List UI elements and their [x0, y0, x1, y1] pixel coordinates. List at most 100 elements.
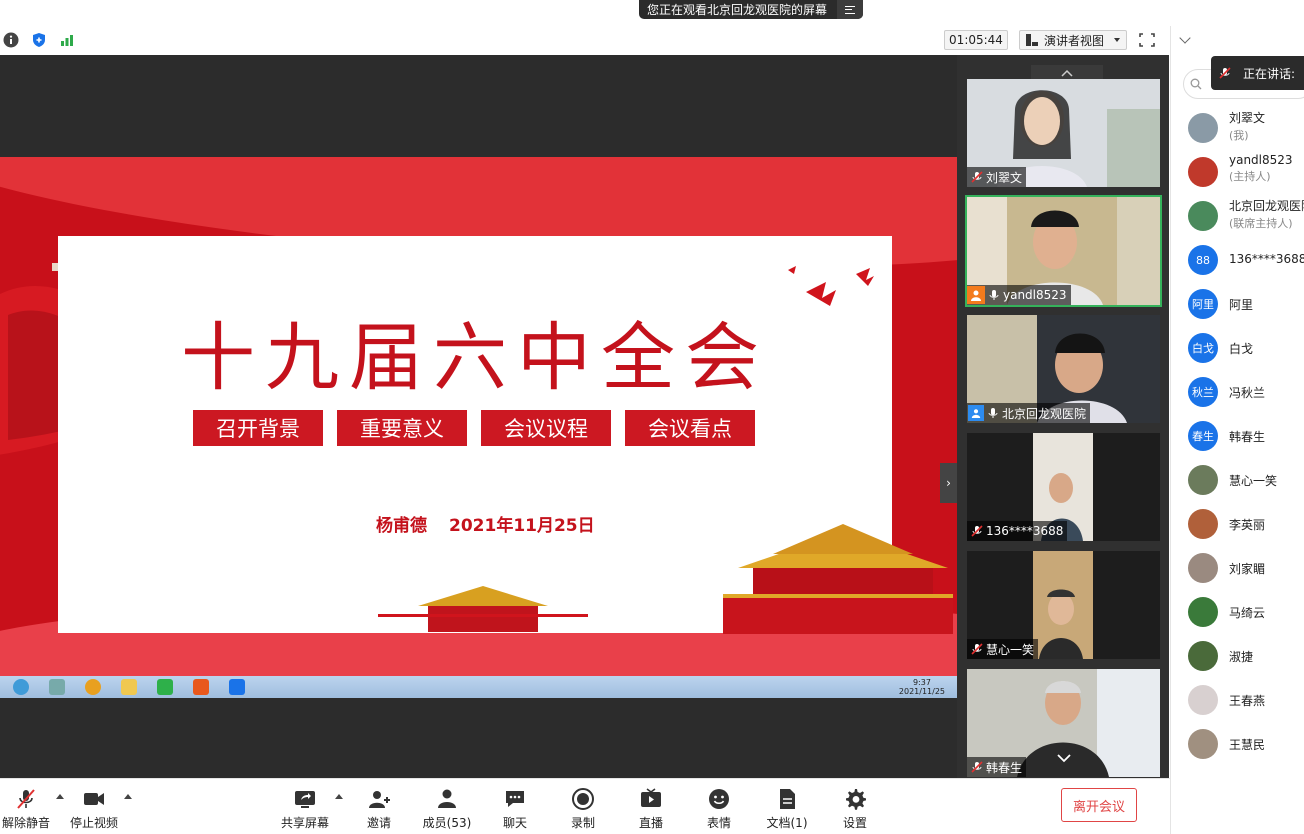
- participant-item[interactable]: 刘家睸: [1171, 546, 1304, 590]
- participant-name-block: 王春燕: [1229, 692, 1265, 709]
- participant-name: 北京回龙观医院: [1229, 199, 1304, 213]
- participant-name-block: 慧心一笑: [1229, 472, 1277, 489]
- participant-name: yandl8523: [1229, 153, 1293, 167]
- record-button[interactable]: 录制: [553, 787, 613, 831]
- taskbar-wechat-icon[interactable]: [150, 677, 180, 697]
- participant-role: (主持人): [1229, 170, 1271, 183]
- security-shield-icon[interactable]: [31, 32, 47, 48]
- members-button[interactable]: 成员(53): [417, 787, 477, 831]
- participant-list: 刘翠文 (我) yandl8523 (主持人) 北京回龙观医院 (联席主持人) 88 136*…: [1171, 106, 1304, 766]
- video-tile-name: 北京回龙观医院: [1002, 406, 1087, 421]
- live-button[interactable]: 直播: [621, 787, 681, 831]
- avatar: [1188, 553, 1218, 583]
- speaker-view-icon: [1026, 34, 1038, 46]
- unmute-label: 解除静音: [1, 816, 50, 830]
- slide-topic-significance: 重要意义: [337, 410, 467, 446]
- participant-name-block: 阿里: [1229, 296, 1253, 313]
- taskbar-folder-icon[interactable]: [114, 677, 144, 697]
- chat-button[interactable]: 聊天: [485, 787, 545, 831]
- participant-item[interactable]: 李英丽: [1171, 502, 1304, 546]
- speaking-label: 正在讲话:: [1243, 66, 1296, 81]
- avatar: 秋兰: [1188, 377, 1218, 407]
- gate-building-image: [378, 586, 588, 632]
- leave-meeting-button[interactable]: 离开会议: [1061, 788, 1137, 822]
- view-mode-dropdown[interactable]: 演讲者视图: [1019, 30, 1127, 50]
- video-tile-label: yandl8523: [967, 285, 1071, 305]
- participant-item[interactable]: 88 136****3688: [1171, 238, 1304, 282]
- gear-icon: [846, 789, 866, 810]
- collapse-video-strip-button[interactable]: ›: [940, 463, 957, 503]
- unmute-button[interactable]: 解除静音: [0, 787, 56, 831]
- taskbar-browser-icon[interactable]: [78, 677, 108, 697]
- participant-name: 阿里: [1229, 298, 1254, 312]
- reaction-button[interactable]: 表情: [689, 787, 749, 831]
- share-screen-button[interactable]: 共享屏幕: [275, 787, 335, 831]
- participant-item[interactable]: 淑捷: [1171, 634, 1304, 678]
- video-tile-6[interactable]: 韩春生: [967, 669, 1160, 777]
- participant-item[interactable]: yandl8523 (主持人): [1171, 150, 1304, 194]
- participant-item[interactable]: 北京回龙观医院 (联席主持人): [1171, 194, 1304, 238]
- video-tile-1[interactable]: 刘翠文: [967, 79, 1160, 187]
- participant-name: 王慧民: [1229, 738, 1266, 752]
- participant-item[interactable]: 王春燕: [1171, 678, 1304, 722]
- avatar: [1188, 201, 1218, 231]
- taskbar-powerpoint-icon[interactable]: [186, 677, 216, 697]
- live-label: 直播: [638, 816, 663, 830]
- avatar: 阿里: [1188, 289, 1218, 319]
- menu-icon: [845, 5, 855, 14]
- video-camera-icon: [84, 793, 104, 805]
- video-tile-label: 136****3688: [967, 521, 1068, 541]
- smiley-icon: [709, 789, 729, 809]
- mic-muted-icon: [971, 761, 983, 773]
- participant-item[interactable]: 马绮云: [1171, 590, 1304, 634]
- settings-button[interactable]: 设置: [825, 787, 885, 831]
- video-tile-name: 136****3688: [986, 524, 1064, 538]
- banner-menu-button[interactable]: [837, 0, 863, 19]
- members-icon: [438, 789, 456, 808]
- video-tile-4[interactable]: 136****3688: [967, 433, 1160, 541]
- participant-item[interactable]: 慧心一笑: [1171, 458, 1304, 502]
- participant-role: (联席主持人): [1229, 217, 1293, 230]
- participant-item[interactable]: 白戈 白戈: [1171, 326, 1304, 370]
- mic-muted-icon: [1219, 67, 1231, 79]
- participant-item[interactable]: 秋兰 冯秋兰: [1171, 370, 1304, 414]
- participant-item[interactable]: 阿里 阿里: [1171, 282, 1304, 326]
- invite-button[interactable]: 邀请: [349, 787, 409, 831]
- chevron-down-icon[interactable]: [1057, 753, 1071, 763]
- avatar: [1188, 113, 1218, 143]
- participant-name: 白戈: [1229, 342, 1254, 356]
- slide-date: 2021年11月25日: [449, 516, 595, 536]
- audio-options-caret[interactable]: [56, 794, 64, 799]
- taskbar-date: 2021/11/25: [898, 687, 945, 696]
- taskbar-start-icon[interactable]: [6, 677, 36, 697]
- avatar: [1188, 685, 1218, 715]
- participant-item[interactable]: 刘翠文 (我): [1171, 106, 1304, 150]
- avatar: [1188, 157, 1218, 187]
- participant-name: 马绮云: [1229, 606, 1266, 620]
- participant-name-block: 刘翠文 (我): [1229, 109, 1265, 143]
- participant-item[interactable]: 春生 韩春生: [1171, 414, 1304, 458]
- video-options-caret[interactable]: [124, 794, 132, 799]
- chevron-down-icon[interactable]: [1179, 32, 1191, 44]
- info-icon[interactable]: [3, 32, 19, 48]
- speaking-indicator: 正在讲话:: [1211, 56, 1304, 90]
- participant-name-block: 王慧民: [1229, 736, 1265, 753]
- stop-video-button[interactable]: 停止视频: [64, 787, 124, 831]
- view-mode-label: 演讲者视图: [1044, 33, 1105, 48]
- tiananmen-image: [723, 524, 953, 634]
- fullscreen-icon[interactable]: [1137, 31, 1157, 49]
- taskbar-meeting-icon[interactable]: [222, 677, 252, 697]
- video-tile-2[interactable]: yandl8523: [965, 195, 1162, 307]
- video-tile-5[interactable]: 慧心一笑: [967, 551, 1160, 659]
- signal-strength-icon[interactable]: [59, 32, 75, 48]
- share-banner: 您正在观看北京回龙观医院的屏幕: [639, 0, 863, 19]
- video-tile-3[interactable]: 北京回龙观医院: [967, 315, 1160, 423]
- record-icon: [572, 788, 594, 810]
- live-stream-icon: [641, 788, 661, 807]
- avatar-text: 阿里: [1192, 298, 1214, 311]
- participant-item[interactable]: 王慧民: [1171, 722, 1304, 766]
- participant-name-block: yandl8523 (主持人): [1229, 153, 1293, 184]
- taskbar-app-icon[interactable]: [42, 677, 72, 697]
- share-options-caret[interactable]: [335, 794, 343, 799]
- documents-button[interactable]: 文档(1): [757, 787, 817, 831]
